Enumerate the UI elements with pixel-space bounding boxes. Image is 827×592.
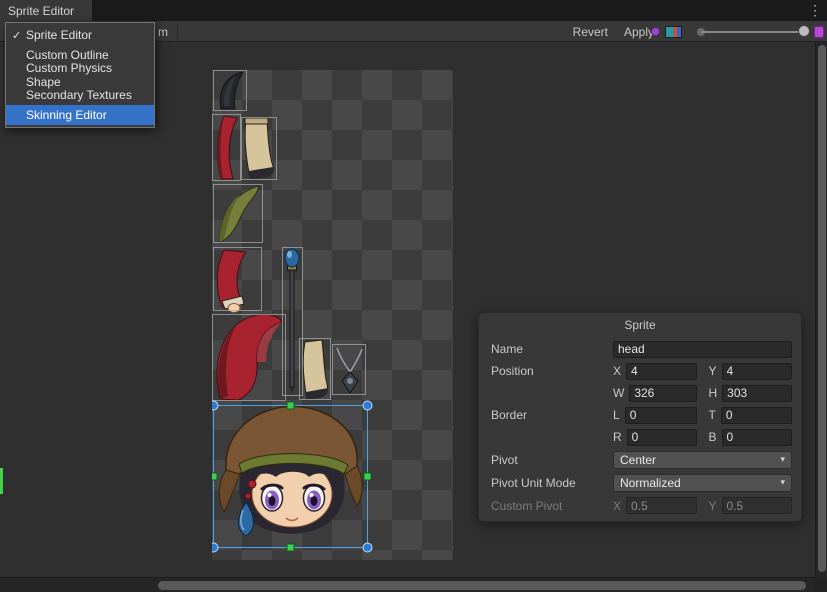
pivot-value: Center [620, 453, 656, 467]
sprite-boot-large[interactable] [245, 118, 274, 178]
t-label: T [709, 408, 716, 422]
position-w-input[interactable] [629, 385, 696, 402]
custom-pivot-row: Custom Pivot X Y [479, 494, 801, 517]
w-label: W [613, 386, 624, 400]
sprite-boot-small[interactable] [303, 340, 328, 399]
custom-y-label: Y [709, 499, 717, 513]
menu-item-label: Skinning Editor [26, 108, 107, 122]
panel-title: Sprite [479, 318, 801, 338]
sprite-amulet[interactable] [337, 348, 362, 393]
menu-item-label: Custom Physics Shape [26, 61, 146, 89]
horizontal-scrollbar[interactable] [0, 577, 815, 592]
sprite-inspector-panel: Sprite Name Position X Y [478, 312, 802, 522]
color-channel-icon[interactable] [651, 27, 660, 36]
kebab-menu-icon[interactable]: ⋮ [808, 2, 822, 18]
sprite-editor-tab[interactable]: Sprite Editor [0, 0, 92, 21]
custom-pivot-label: Custom Pivot [491, 499, 613, 513]
custom-x-label: X [613, 499, 621, 513]
custom-pivot-y-input [722, 497, 792, 514]
border-row-lt: Border L T [479, 404, 801, 426]
selection-handle-right[interactable] [364, 473, 371, 480]
position-x-input[interactable] [626, 363, 696, 380]
name-input[interactable] [613, 341, 792, 358]
selection-corner-bottom-left[interactable] [212, 543, 218, 552]
name-row: Name [479, 338, 801, 360]
window-tab-strip: Sprite Editor ⋮ [0, 0, 827, 21]
selection-handle-left[interactable] [212, 473, 217, 480]
position-label: Position [491, 364, 613, 378]
toolbar-separator [177, 24, 178, 39]
border-label: Border [491, 408, 613, 422]
revert-button[interactable]: Revert [573, 25, 608, 39]
checkmark-icon: ✓ [12, 29, 26, 42]
sprite-editor-window: Sprite Editor ⋮ m Revert Apply [0, 0, 827, 592]
menu-item-custom-physics-shape[interactable]: Custom Physics Shape [6, 65, 154, 85]
sprite-filter-icon[interactable] [814, 26, 824, 38]
position-y-input[interactable] [722, 363, 792, 380]
trim-button-partial[interactable]: m [158, 25, 168, 39]
sprite-canvas-svg [212, 70, 453, 560]
vertical-scrollbar[interactable] [815, 42, 827, 577]
name-label: Name [491, 342, 613, 356]
pivot-unit-mode-value: Normalized [620, 476, 681, 490]
zoom-slider-track[interactable] [701, 31, 809, 33]
custom-pivot-x-input [626, 497, 696, 514]
sprite-staff[interactable] [285, 249, 299, 394]
b-label: B [709, 430, 717, 444]
menu-item-label: Sprite Editor [26, 28, 92, 42]
sprite-green-scarf[interactable] [219, 186, 259, 242]
sprite-red-cape[interactable] [217, 314, 282, 400]
pivot-label: Pivot [491, 453, 613, 467]
border-b-input[interactable] [722, 429, 792, 446]
chevron-down-icon: ▾ [780, 477, 785, 488]
pivot-row: Pivot Center ▾ [479, 448, 801, 471]
border-l-input[interactable] [625, 407, 697, 424]
y-label: Y [709, 364, 717, 378]
vertical-scrollbar-thumb[interactable] [818, 45, 826, 572]
pivot-unit-mode-row: Pivot Unit Mode Normalized ▾ [479, 471, 801, 494]
menu-item-secondary-textures[interactable]: Secondary Textures [6, 85, 154, 105]
horizontal-scrollbar-thumb[interactable] [158, 581, 806, 590]
rgb-swatch-icon[interactable] [665, 26, 682, 38]
selection-edge-indicator [0, 468, 3, 494]
l-label: L [613, 408, 620, 422]
border-r-input[interactable] [627, 429, 697, 446]
menu-item-sprite-editor[interactable]: ✓ Sprite Editor [6, 25, 154, 45]
apply-button[interactable]: Apply [624, 25, 654, 39]
selection-handle-bottom[interactable] [287, 544, 294, 551]
border-row-rb: R B [479, 426, 801, 448]
pivot-unit-mode-label: Pivot Unit Mode [491, 476, 613, 490]
selection-corner-bottom-right[interactable] [363, 543, 372, 552]
sprite-editor-mode-menu: ✓ Sprite Editor Custom Outline Custom Ph… [5, 22, 155, 128]
position-row-xy: Position X Y [479, 360, 801, 382]
selection-corner-top-left[interactable] [212, 401, 218, 410]
menu-item-label: Secondary Textures [26, 88, 132, 102]
selection-handle-top[interactable] [287, 402, 294, 409]
menu-item-label: Custom Outline [26, 48, 109, 62]
sprite-head-selected[interactable] [219, 406, 362, 536]
pivot-dropdown[interactable]: Center ▾ [613, 451, 792, 469]
selection-corner-top-right[interactable] [363, 401, 372, 410]
h-label: H [709, 386, 718, 400]
chevron-down-icon: ▾ [780, 454, 785, 465]
border-t-input[interactable] [721, 407, 792, 424]
sprite-red-arm[interactable] [217, 116, 237, 179]
sprite-red-sleeve[interactable] [217, 250, 246, 313]
sprite-hat-fragment[interactable] [220, 72, 243, 109]
scrollbar-corner [815, 577, 827, 592]
zoom-slider-knob[interactable] [798, 25, 810, 37]
r-label: R [613, 430, 622, 444]
position-h-input[interactable] [722, 385, 792, 402]
menu-item-skinning-editor[interactable]: Skinning Editor [6, 105, 154, 125]
pivot-unit-mode-dropdown[interactable]: Normalized ▾ [613, 474, 792, 492]
position-row-wh: W H [479, 382, 801, 404]
x-label: X [613, 364, 621, 378]
